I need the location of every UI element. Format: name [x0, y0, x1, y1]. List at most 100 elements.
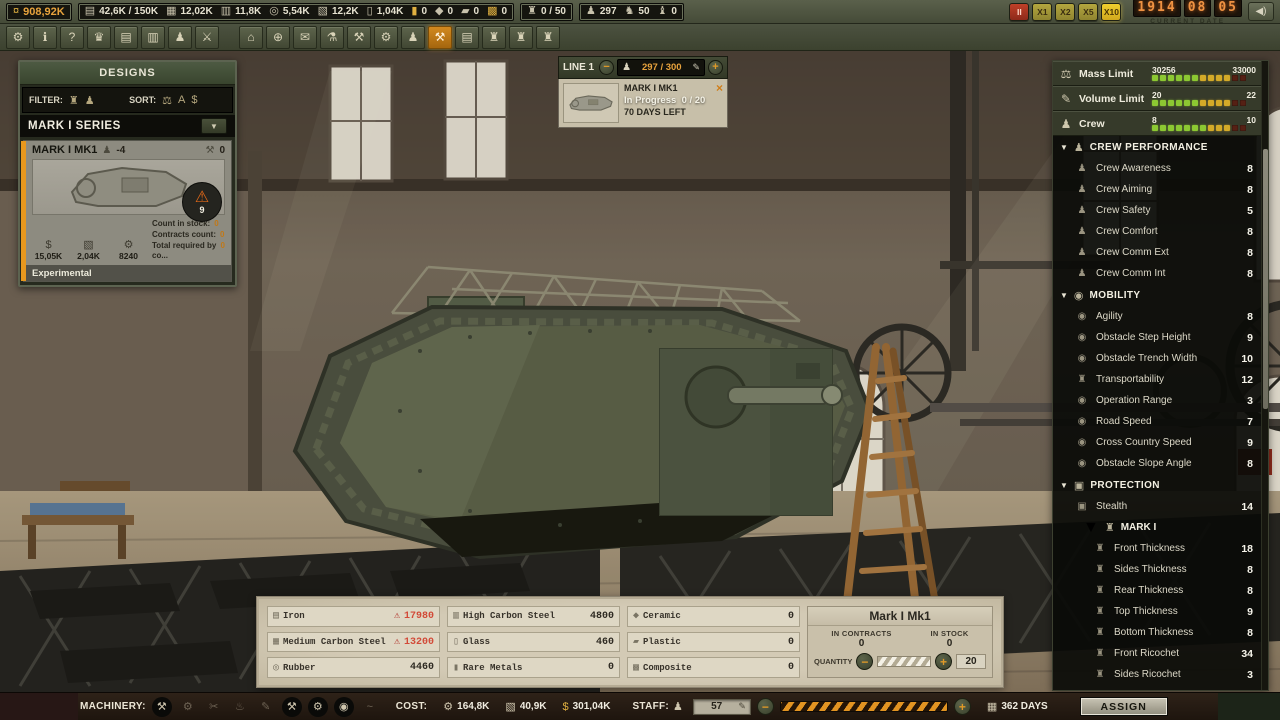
rare-metals-icon: ▮ [453, 662, 459, 674]
pause-button[interactable]: II [1009, 3, 1029, 21]
machine-paint-icon[interactable]: ✎ [256, 697, 276, 717]
remove-worker-button[interactable]: − [599, 60, 614, 75]
design-card-mark1[interactable]: MARK I MK1 ♟ -4 ⚒ 0 ⚠ 9 $15,05K [23, 140, 232, 282]
machine-drill-press-icon[interactable]: ⚒ [152, 697, 172, 717]
filter-role-icon[interactable]: ♟ [85, 94, 95, 107]
achievements-button[interactable]: ♛ [87, 26, 111, 49]
add-worker-button[interactable]: + [708, 60, 723, 75]
staff-minus-button[interactable]: − [757, 698, 774, 715]
help-button[interactable]: ? [60, 26, 84, 49]
stat-row: ◉Cross Country Speed9 [1053, 432, 1261, 453]
quantity-plus-button[interactable]: + [935, 653, 952, 670]
crew-delta: -4 [116, 145, 125, 156]
iron-value: 42,6K / 150K [99, 6, 158, 17]
tank-battle-button[interactable]: ♜ [536, 26, 560, 49]
reports-button[interactable]: ▥ [141, 26, 165, 49]
quantity-minus-button[interactable]: − [856, 653, 873, 670]
edit-workers-icon[interactable]: ✎ [692, 62, 700, 73]
scrollbar-thumb[interactable] [1263, 149, 1268, 409]
quantity-slider[interactable] [877, 656, 931, 667]
section-protection[interactable]: ▼ ▣ PROTECTION [1053, 474, 1261, 496]
in-stock-label: IN STOCK [930, 629, 968, 638]
factory-icon: ⌂ [247, 30, 254, 44]
tank-defense-button[interactable]: ♜ [509, 26, 533, 49]
speed-x10-button[interactable]: X10 [1101, 3, 1121, 21]
military-button[interactable]: ⚔ [195, 26, 219, 49]
machine-furnace-icon[interactable]: ♨ [230, 697, 250, 717]
stat-row: ♜Sides Ricochet3 [1053, 664, 1261, 685]
warehouse-button[interactable]: ▤ [455, 26, 479, 49]
edit-icon[interactable]: ✎ [738, 701, 746, 712]
in-stock-value: 0 [947, 638, 953, 650]
assign-button[interactable]: ASSIGN [1080, 697, 1168, 716]
machine-press-icon[interactable]: ⚒ [282, 697, 302, 717]
world-map-button[interactable]: ⊕ [266, 26, 290, 49]
staff-plus-button[interactable]: + [954, 698, 971, 715]
design-bureau-button[interactable]: ⚒ [347, 26, 371, 49]
news-button[interactable]: ▤ [114, 26, 138, 49]
tank-sketch [64, 164, 194, 210]
sort-cost-icon[interactable]: $ [191, 94, 197, 106]
machine-lathe-icon[interactable]: ⚙ [178, 697, 198, 717]
scientists-icon: ♝ [658, 6, 668, 17]
money-cost-icon: $ [563, 701, 569, 713]
filter-type-icon[interactable]: ♜ [69, 94, 79, 107]
factory-button[interactable]: ⌂ [239, 26, 263, 49]
quantity-value: 20 [956, 654, 986, 669]
staff-input[interactable] [698, 701, 735, 712]
armor-icon: ♜ [1093, 606, 1107, 617]
workers-value: 297 [600, 6, 617, 17]
cancel-order-button[interactable]: × [716, 82, 723, 94]
order-progress: 0 / 20 [682, 95, 706, 106]
designs-title: DESIGNS [20, 62, 235, 85]
chevron-down-icon: ▼ [210, 122, 218, 131]
stats-scrollbar[interactable] [1261, 61, 1268, 690]
date-day: 05 [1214, 0, 1242, 17]
subsection-mark1[interactable]: ▼ ♜ MARK I [1053, 517, 1261, 538]
speed-x2-button[interactable]: X2 [1055, 3, 1075, 21]
crew-stat-icon: ♟ [1075, 184, 1089, 195]
machine-stamper-icon[interactable]: ⚙ [308, 697, 328, 717]
staff-button[interactable]: ♟ [401, 26, 425, 49]
volume-limit-label: Volume Limit [1079, 93, 1147, 105]
speed-x5-button[interactable]: X5 [1078, 3, 1098, 21]
research-button[interactable]: ⚗ [320, 26, 344, 49]
speed-x1-button[interactable]: X1 [1032, 3, 1052, 21]
upgrades-button[interactable]: ⚙ [374, 26, 398, 49]
machine-grinder-icon[interactable]: ✂ [204, 697, 224, 717]
engineers-icon: ♞ [625, 6, 635, 17]
staff-slider[interactable] [780, 701, 948, 712]
settings-button[interactable]: ⚙ [6, 26, 30, 49]
caret-down-icon: ▼ [1060, 143, 1068, 152]
series-collapse-button[interactable]: ▼ [201, 118, 227, 134]
megaphone-icon: ◀) [1255, 6, 1266, 17]
high-carbon-steel-icon: ▥ [453, 610, 459, 622]
tools-value: 0 [219, 145, 225, 156]
warning-icon: ⚠ [195, 190, 209, 206]
caret-down-icon: ▼ [1060, 481, 1068, 490]
line-order[interactable]: MARK I MK1 In Progress 0 / 20 70 DAYS LE… [558, 79, 728, 128]
announcements-button[interactable]: ◀) [1248, 2, 1274, 21]
agents-button[interactable]: ♟ [168, 26, 192, 49]
rubber-value: 5,54K [283, 6, 310, 17]
mallet-icon: ⚒ [435, 30, 446, 44]
design-tag: Experimental [24, 265, 231, 281]
app-window: ¤ 908,92K ▤42,6K / 150K ▦12,02K ▥11,8K ◎… [0, 0, 1280, 720]
series-header[interactable]: MARK I SERIES ▼ [20, 115, 235, 137]
contracts-button[interactable]: ✉ [293, 26, 317, 49]
section-crew-performance[interactable]: ▼ ♟ CREW PERFORMANCE [1053, 136, 1261, 158]
mass-limit-bar [1152, 75, 1256, 81]
volume-icon: ✎ [1058, 92, 1074, 106]
section-mobility[interactable]: ▼ ◉ MOBILITY [1053, 284, 1261, 306]
minus-icon: − [603, 62, 609, 73]
info-button[interactable]: ℹ [33, 26, 57, 49]
machine-saw-icon[interactable]: ◉ [334, 697, 354, 717]
composite-icon: ▩ [487, 6, 497, 17]
rubber-icon: ◎ [269, 6, 279, 17]
stat-row: ♟Crew Comm Int8 [1053, 263, 1261, 284]
tank-stock-button[interactable]: ♜ [482, 26, 506, 49]
sort-alpha-icon[interactable]: A [178, 94, 185, 106]
sort-weight-icon[interactable]: ⚖ [162, 94, 172, 107]
machine-spring-icon[interactable]: ~ [360, 697, 380, 717]
production-button[interactable]: ⚒ [428, 26, 452, 49]
